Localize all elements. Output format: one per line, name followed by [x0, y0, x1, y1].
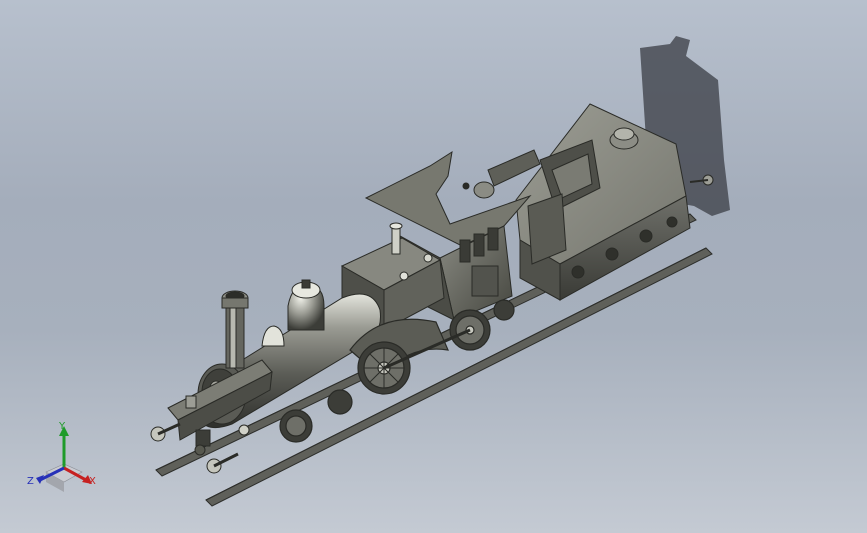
- locomotive-3d-model[interactable]: [0, 0, 867, 533]
- view-orientation-triad: Y X Z: [26, 420, 106, 492]
- chimney: [221, 290, 249, 369]
- y-axis-label: Y: [59, 421, 66, 432]
- graphics-viewport[interactable]: Y X Z: [0, 0, 867, 533]
- x-axis-label: X: [89, 476, 96, 487]
- z-axis-label: Z: [27, 476, 34, 487]
